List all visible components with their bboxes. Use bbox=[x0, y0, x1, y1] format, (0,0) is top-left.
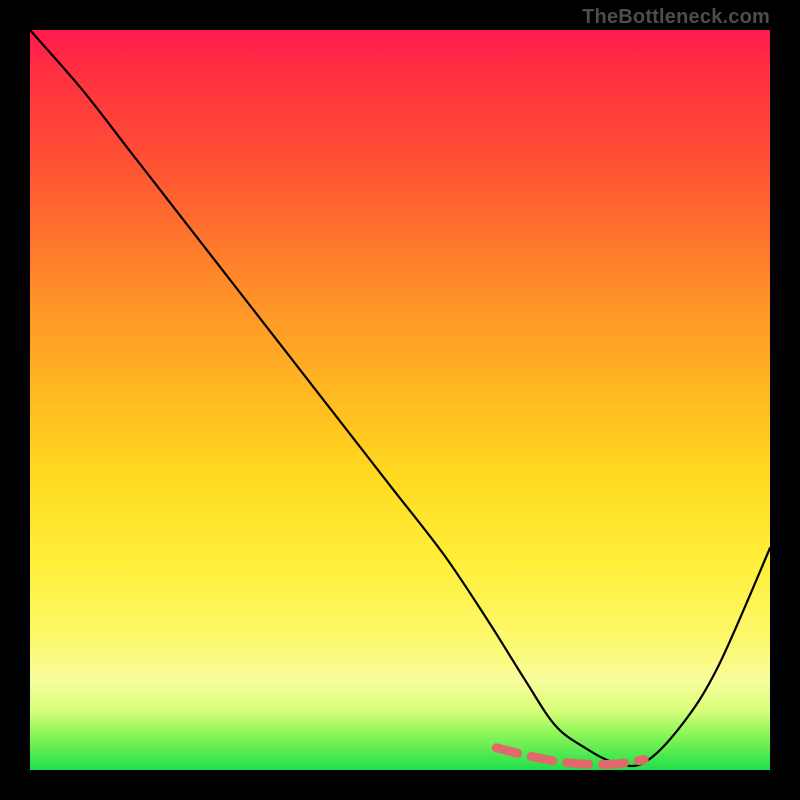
plot-area bbox=[30, 30, 770, 770]
chart-frame: TheBottleneck.com bbox=[0, 0, 800, 800]
curve-layer bbox=[30, 30, 770, 770]
optimal-zone-dash bbox=[496, 748, 644, 765]
watermark-text: TheBottleneck.com bbox=[582, 6, 770, 29]
bottleneck-curve bbox=[30, 30, 770, 766]
